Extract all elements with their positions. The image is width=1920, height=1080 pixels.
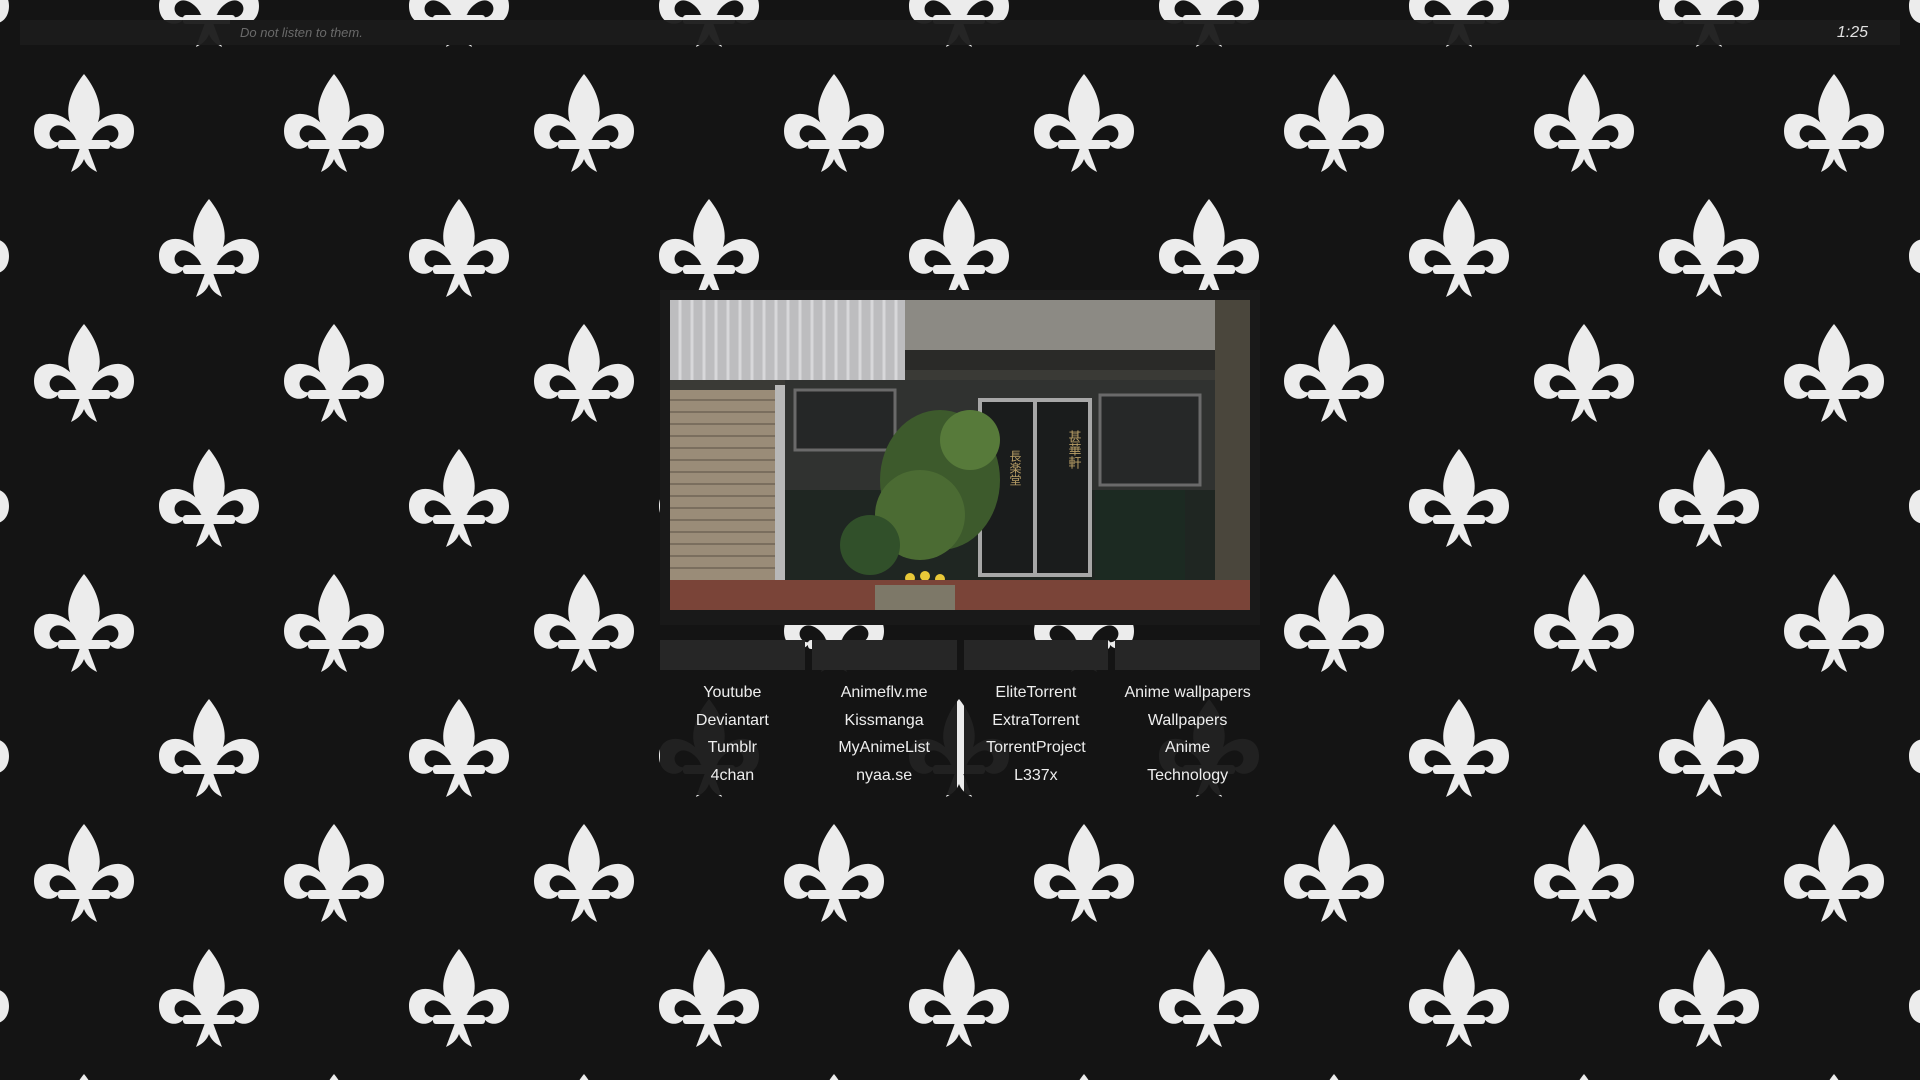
link-elitetorrent[interactable]: EliteTorrent [995,684,1076,701]
link-anime-wallpapers[interactable]: Anime wallpapers [1124,684,1250,701]
link-anime[interactable]: Anime [1165,739,1210,756]
door-sign-text: 長楽堂 [1008,450,1022,486]
link-column-2: Animeflv.me Kissmanga MyAnimeList nyaa.s… [811,640,957,795]
link-youtube[interactable]: Youtube [703,684,761,701]
link-column-3: EliteTorrent ExtraTorrent TorrentProject… [963,640,1109,795]
column-header-bar [963,640,1109,670]
link-deviantart[interactable]: Deviantart [696,712,769,729]
top-bar: 1:25 [20,20,1900,45]
column-header-bar [1115,640,1260,670]
link-4chan[interactable]: 4chan [711,767,755,784]
search-input[interactable] [230,20,580,45]
clock: 1:25 [1836,24,1868,41]
link-torrentproject[interactable]: TorrentProject [986,739,1086,756]
column-header-bar [660,640,805,670]
door-sign-text-2: 甚華軒 [1066,430,1082,470]
link-l337x[interactable]: L337x [1014,767,1058,784]
link-tumblr[interactable]: Tumblr [708,739,757,756]
link-animeflv[interactable]: Animeflv.me [841,684,928,701]
link-columns: Youtube Deviantart Tumblr 4chan Animeflv… [660,640,1260,795]
link-technology[interactable]: Technology [1147,767,1228,784]
column-header-bar [811,640,957,670]
link-myanimelist[interactable]: MyAnimeList [838,739,930,756]
storefront-photo: 長楽堂 甚華軒 [670,300,1250,610]
link-column-1: Youtube Deviantart Tumblr 4chan [660,640,805,795]
link-kissmanga[interactable]: Kissmanga [845,712,924,729]
link-extratorrent[interactable]: ExtraTorrent [992,712,1079,729]
link-nyaa[interactable]: nyaa.se [856,767,912,784]
photo-frame: 長楽堂 甚華軒 [660,290,1260,625]
link-wallpapers[interactable]: Wallpapers [1148,712,1227,729]
link-column-4: Anime wallpapers Wallpapers Anime Techno… [1115,640,1260,795]
